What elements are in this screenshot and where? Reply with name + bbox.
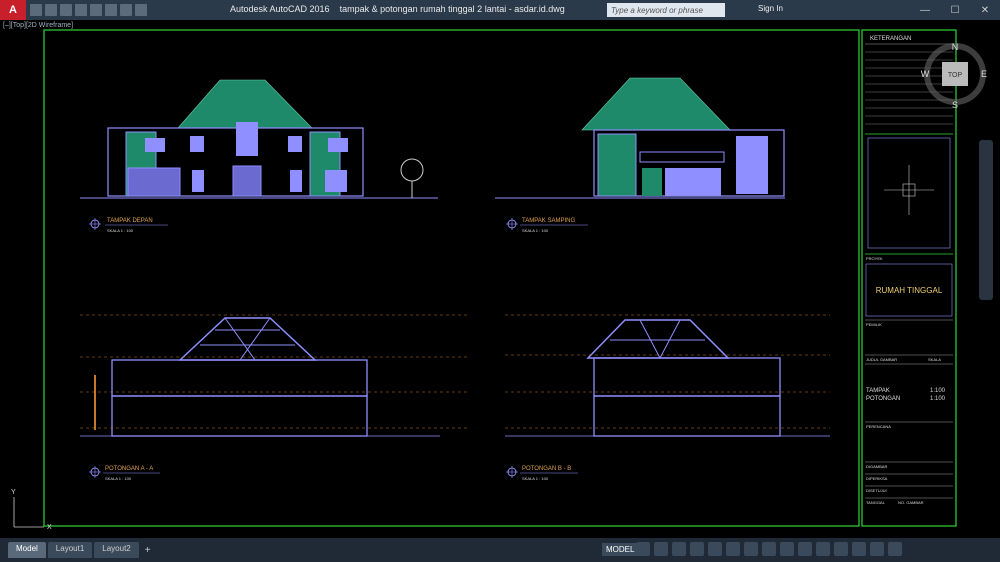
otrack-icon[interactable]: [726, 542, 740, 556]
title-bar: A Autodesk AutoCAD 2016 tampak & potonga…: [0, 0, 1000, 20]
isolate-icon[interactable]: [834, 542, 848, 556]
viewport-controls[interactable]: [–][Top][2D Wireframe]: [3, 22, 73, 29]
status-toggles: [636, 542, 902, 556]
snap-icon[interactable]: [654, 542, 668, 556]
sheet-scale-1: 1:100: [930, 388, 946, 394]
close-icon[interactable]: ✕: [970, 0, 1000, 20]
file-name: tampak & potongan rumah tinggal 2 lantai…: [339, 4, 565, 14]
add-layout-button[interactable]: +: [145, 545, 151, 556]
transparency-icon[interactable]: [762, 542, 776, 556]
section-b-title: POTONGAN B - B: [522, 466, 571, 472]
elevation-front-title: TAMPAK DEPAN: [107, 218, 153, 224]
section-a-scale: SKALA 1 : 100: [105, 476, 132, 481]
elevation-front: TAMPAK DEPAN SKALA 1 : 100: [80, 79, 438, 233]
customize-icon[interactable]: [888, 542, 902, 556]
print-icon[interactable]: [90, 4, 102, 16]
compass-east: E: [981, 69, 987, 79]
section-a-title: POTONGAN A - A: [105, 466, 153, 472]
elevation-front-scale: SKALA 1 : 100: [107, 228, 134, 233]
lineweight-icon[interactable]: [744, 542, 758, 556]
new-file-icon[interactable]: [30, 4, 42, 16]
elevation-side: TAMPAK SAMPING SKALA 1 : 100: [495, 77, 785, 233]
sheet-title-label: JUDUL GAMBAR: [866, 357, 897, 362]
elevation-side-title: TAMPAK SAMPING: [522, 218, 575, 224]
tab-layout1[interactable]: Layout1: [47, 542, 93, 558]
maximize-icon[interactable]: ☐: [940, 0, 970, 20]
app-logo-icon[interactable]: A: [0, 0, 26, 20]
app-name: Autodesk AutoCAD 2016: [230, 4, 330, 14]
selection-cycling-icon[interactable]: [780, 542, 794, 556]
layout-tabs: Model Layout1 Layout2: [8, 542, 139, 558]
ucs-y-label: Y: [11, 489, 16, 496]
sheet-item-2: POTONGAN: [866, 396, 900, 402]
keterangan-label: KETERANGAN: [870, 36, 911, 42]
search-input[interactable]: Type a keyword or phrase: [607, 3, 725, 17]
ortho-icon[interactable]: [672, 542, 686, 556]
planner-label: PERENCANA: [866, 424, 891, 429]
open-file-icon[interactable]: [45, 4, 57, 16]
minimize-icon[interactable]: —: [910, 0, 940, 20]
sheet-scale-2: 1:100: [930, 396, 946, 402]
date-label: TANGGAL: [866, 500, 886, 505]
compass-south: S: [952, 100, 958, 110]
view-cube[interactable]: TOP N S E W: [920, 42, 990, 112]
redo-icon[interactable]: [120, 4, 132, 16]
window-title: Autodesk AutoCAD 2016 tampak & potongan …: [230, 4, 565, 14]
tab-layout2[interactable]: Layout2: [94, 542, 139, 558]
save-as-icon[interactable]: [75, 4, 87, 16]
view-cube-top: TOP: [948, 72, 963, 79]
drawing-frame: [43, 29, 860, 527]
owner-label: PEMILIK: [866, 322, 882, 327]
project-label: PROYEK: [866, 256, 883, 261]
annotation-scale-icon[interactable]: [798, 542, 812, 556]
approved-by-label: DISETUJUI: [866, 488, 887, 493]
model-space-button[interactable]: MODEL: [602, 543, 639, 556]
section-a-a: POTONGAN A - A SKALA 1 : 100: [80, 314, 470, 481]
ucs-x-label: X: [47, 524, 52, 531]
hardware-accel-icon[interactable]: [852, 542, 866, 556]
navigation-bar[interactable]: [979, 140, 993, 300]
section-b-b: POTONGAN B - B SKALA 1 : 100: [505, 314, 830, 481]
share-icon[interactable]: [135, 4, 147, 16]
sheet-item-1: TAMPAK: [866, 388, 890, 394]
window-controls: — ☐ ✕: [910, 0, 1000, 20]
compass-north: N: [952, 42, 959, 52]
sign-in-button[interactable]: Sign In: [758, 4, 783, 13]
compass-west: W: [921, 69, 930, 79]
checked-by-label: DIPERIKSA: [866, 476, 888, 481]
quick-access-toolbar: [30, 4, 147, 16]
tab-model[interactable]: Model: [8, 542, 46, 558]
section-b-scale: SKALA 1 : 100: [522, 476, 549, 481]
ucs-icon: Y X: [11, 489, 52, 531]
polar-icon[interactable]: [690, 542, 704, 556]
drawn-by-label: DIGAMBAR: [866, 464, 887, 469]
project-name: RUMAH TINGGAL: [876, 286, 943, 295]
osnap-icon[interactable]: [708, 542, 722, 556]
elevation-side-scale: SKALA 1 : 100: [522, 228, 549, 233]
undo-icon[interactable]: [105, 4, 117, 16]
grid-icon[interactable]: [636, 542, 650, 556]
clean-screen-icon[interactable]: [870, 542, 884, 556]
drawing-number-label: NO. GAMBAR: [898, 500, 924, 505]
scale-header: SKALA: [928, 357, 941, 362]
drawing-canvas[interactable]: TAMPAK DEPAN SKALA 1 : 100 TAMPAK SAMPIN…: [0, 20, 1000, 538]
save-icon[interactable]: [60, 4, 72, 16]
workspace-icon[interactable]: [816, 542, 830, 556]
